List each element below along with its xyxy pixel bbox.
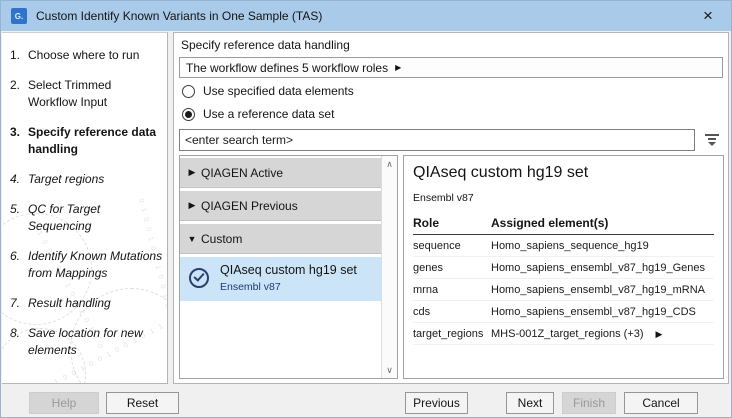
step-number: 1. [10,47,28,64]
check-circle-icon [189,268,209,288]
radio-use-specified-data-elements[interactable]: Use specified data elements [182,84,354,98]
step-item-2: 2.Select Trimmed Workflow Input [10,77,163,111]
workflow-roles-label: The workflow defines 5 workflow roles [186,61,388,75]
filter-icon[interactable] [702,131,722,149]
titlebar: G. Custom Identify Known Variants in One… [1,1,731,31]
role-cell: mrna [413,279,491,301]
dataset-subtitle: Ensembl v87 [413,192,714,204]
app-icon: G. [11,8,27,24]
finish-button: Finish [562,392,616,414]
scroll-up-icon[interactable]: ∧ [382,158,397,170]
reference-data-list: ▶QIAGEN Active▶QIAGEN Previous▼CustomQIA… [179,155,398,379]
element-cell: Homo_sapiens_sequence_hg19 [491,235,714,257]
page-title: Specify reference data handling [181,38,350,52]
search-input[interactable] [179,129,695,151]
step-label: Choose where to run [28,47,139,64]
section-label: QIAGEN Previous [201,199,298,213]
radio-circle-icon [182,85,195,98]
section-label: Custom [201,232,242,246]
step-item-3: 3.Specify reference data handling [10,124,163,158]
section-header-custom[interactable]: ▼Custom [180,224,381,254]
collapse-arrow-icon: ▼ [183,234,201,244]
radio-circle-icon [182,108,195,121]
table-header-role: Role [413,214,491,235]
dataset-item-title: QIAseq custom hg19 set [220,263,357,277]
workflow-roles-banner[interactable]: The workflow defines 5 workflow roles ▶ [179,57,723,78]
dataset-item-subtitle: Ensembl v87 [220,281,281,293]
radio-use-reference-data-set[interactable]: Use a reference data set [182,107,334,121]
section-header-qiagen-previous[interactable]: ▶QIAGEN Previous [180,191,381,221]
step-label: Select Trimmed Workflow Input [28,77,163,111]
role-cell: target_regions [413,323,491,345]
window-title: Custom Identify Known Variants in One Sa… [36,9,322,23]
more-elements-arrow-icon[interactable]: ▶ [656,329,663,340]
element-cell: Homo_sapiens_ensembl_v87_hg19_Genes [491,257,714,279]
expand-arrow-icon: ▶ [183,200,201,211]
search-row [179,129,722,151]
radio-label: Use specified data elements [203,84,354,98]
element-cell: Homo_sapiens_ensembl_v87_hg19_mRNA [491,279,714,301]
roles-table: RoleAssigned element(s)sequenceHomo_sapi… [413,214,714,345]
step-item-7: 7.Result handling [10,295,163,312]
role-cell: sequence [413,235,491,257]
element-cell: Homo_sapiens_ensembl_v87_hg19_CDS [491,301,714,323]
step-label: Target regions [28,171,104,188]
step-label: Identify Known Mutations from Mappings [28,248,163,282]
step-item-1: 1.Choose where to run [10,47,163,64]
wizard-steps-sidebar: 1.Choose where to run2.Select Trimmed Wo… [2,32,168,384]
expand-arrow-icon: ▶ [183,167,201,178]
wizard-dialog: G. Custom Identify Known Variants in One… [0,0,732,418]
next-button[interactable]: Next [506,392,554,414]
step-number: 5. [10,201,28,235]
step-label: Save location for new elements [28,325,163,359]
step-item-5: 5.QC for Target Sequencing [10,201,163,235]
role-cell: genes [413,257,491,279]
step-number: 8. [10,325,28,359]
step-number: 7. [10,295,28,312]
radio-label: Use a reference data set [203,107,334,121]
dataset-detail-panel: QIAseq custom hg19 set Ensembl v87 RoleA… [403,155,724,379]
section-header-qiagen-active[interactable]: ▶QIAGEN Active [180,158,381,188]
table-header-elements: Assigned element(s) [491,214,714,235]
expand-arrow-icon: ▶ [395,63,401,72]
previous-button[interactable]: Previous [405,392,468,414]
step-item-6: 6.Identify Known Mutations from Mappings [10,248,163,282]
dataset-title: QIAseq custom hg19 set [413,164,714,182]
close-icon: × [703,6,713,26]
content-panel: Specify reference data handling The work… [173,32,729,384]
cancel-button[interactable]: Cancel [624,392,698,414]
step-number: 4. [10,171,28,188]
step-item-4: 4.Target regions [10,171,163,188]
close-button[interactable]: × [685,1,731,31]
reset-button[interactable]: Reset [106,392,179,414]
step-number: 6. [10,248,28,282]
step-item-8: 8.Save location for new elements [10,325,163,359]
scrollbar[interactable]: ∧ ∨ [381,156,397,378]
help-button: Help [29,392,99,414]
element-cell: MHS-001Z_target_regions (+3)▶ [491,323,714,345]
dataset-item-selected[interactable]: QIAseq custom hg19 set Ensembl v87 [180,257,381,301]
section-label: QIAGEN Active [201,166,283,180]
role-cell: cds [413,301,491,323]
scroll-down-icon[interactable]: ∨ [382,364,397,376]
step-label: Result handling [28,295,111,312]
step-number: 3. [10,124,28,158]
step-label: Specify reference data handling [28,124,163,158]
step-number: 2. [10,77,28,111]
step-label: QC for Target Sequencing [28,201,163,235]
